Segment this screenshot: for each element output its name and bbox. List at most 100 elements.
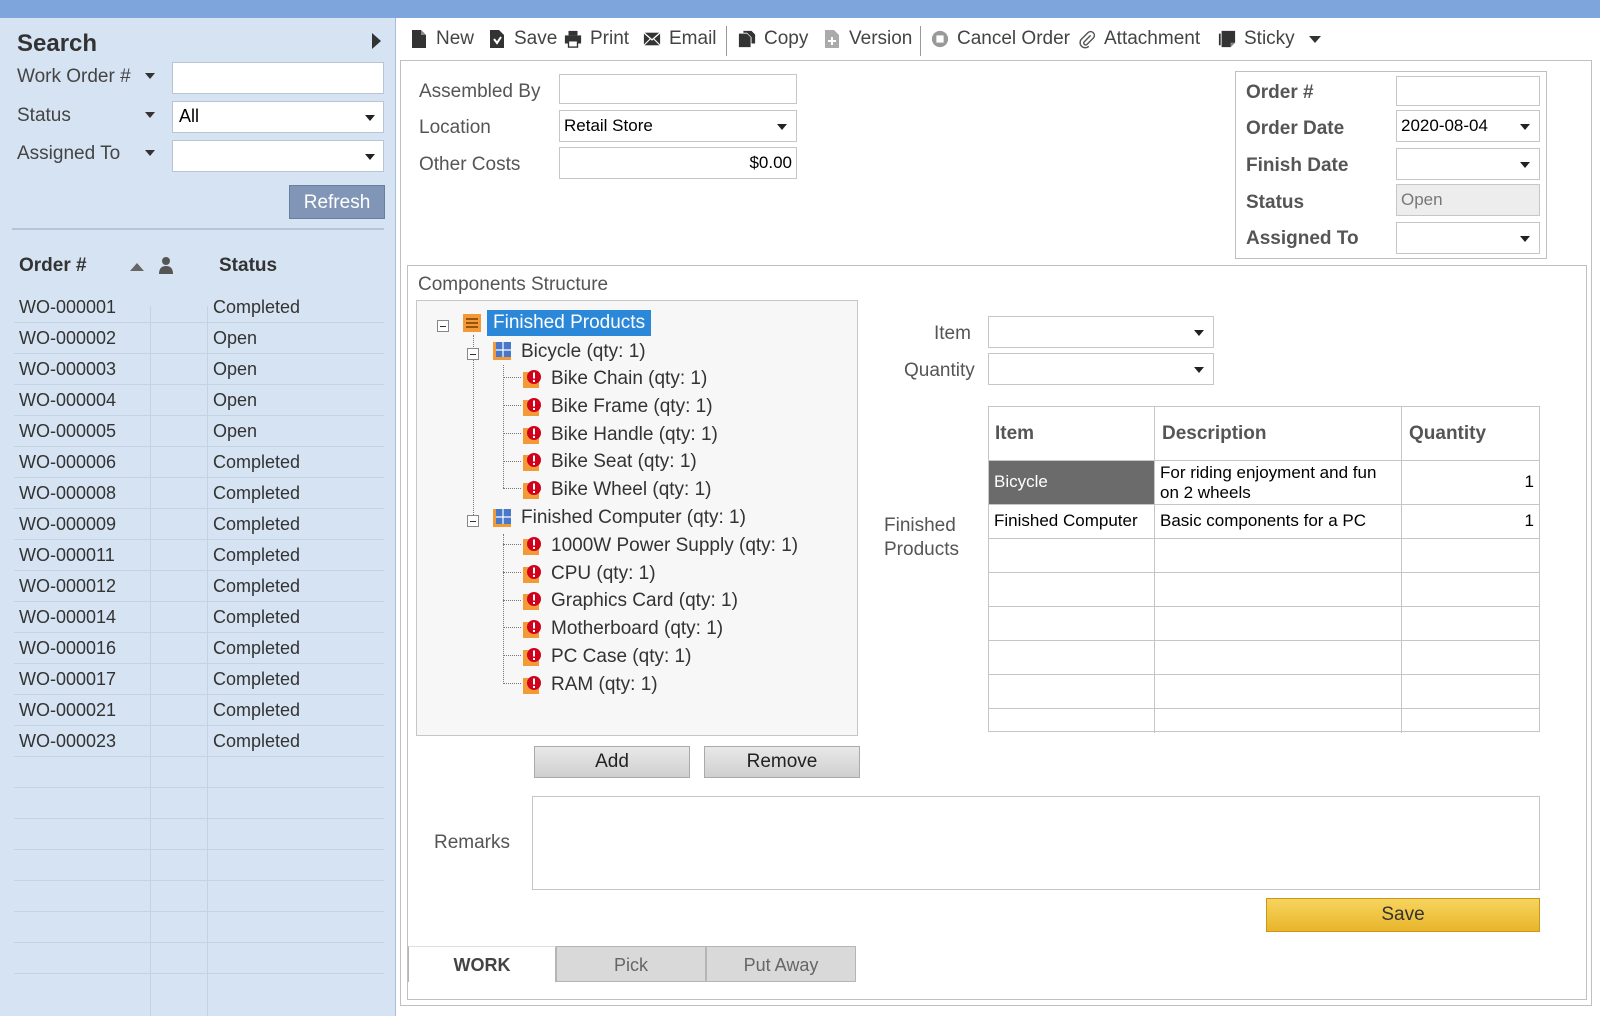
column-divider <box>1154 407 1155 733</box>
location-select[interactable]: Retail Store <box>559 110 797 142</box>
copy-button[interactable]: Copy <box>738 28 808 50</box>
table-row[interactable]: WO-000001 Completed <box>14 292 384 323</box>
table-row[interactable]: WO-000008 Completed <box>14 478 384 509</box>
remarks-textarea[interactable] <box>532 796 1540 890</box>
attachment-button[interactable]: Attachment <box>1078 28 1200 50</box>
column-divider <box>1401 407 1402 733</box>
table-row[interactable]: WO-000009 Completed <box>14 509 384 540</box>
order-number-input[interactable] <box>1396 76 1540 106</box>
tab-work[interactable]: WORK <box>408 946 556 982</box>
table-row[interactable]: Bicycle For riding enjoyment and fun on … <box>989 461 1539 505</box>
quantity-label: Quantity <box>904 360 975 381</box>
table-row[interactable]: WO-000003 Open <box>14 354 384 385</box>
table-row[interactable]: WO-000006 Completed <box>14 447 384 478</box>
table-row[interactable]: WO-000005 Open <box>14 416 384 447</box>
tree-node-bike-seat[interactable]: Bike Seat (qty: 1) <box>551 451 697 473</box>
collapse-arrow-icon[interactable] <box>372 33 381 49</box>
print-button[interactable]: Print <box>564 28 629 50</box>
tree-node-bike-frame[interactable]: Bike Frame (qty: 1) <box>551 396 713 418</box>
quantity-select[interactable] <box>988 353 1214 385</box>
tree-node-bike-wheel[interactable]: Bike Wheel (qty: 1) <box>551 479 712 501</box>
tree-line <box>503 544 521 545</box>
table-row[interactable]: WO-000017 Completed <box>14 664 384 695</box>
tree-node-pc-case[interactable]: PC Case (qty: 1) <box>551 646 691 668</box>
tree-root-finished-products[interactable]: Finished Products <box>487 310 652 336</box>
table-row[interactable]: WO-000002 Open <box>14 323 384 354</box>
location-value: Retail Store <box>564 116 653 135</box>
assembled-by-input[interactable] <box>559 74 797 104</box>
save-form-button[interactable]: Save <box>1266 898 1540 932</box>
col-status-header[interactable]: Status <box>219 255 277 277</box>
status-filter-icon[interactable] <box>145 112 155 118</box>
version-button[interactable]: Version <box>823 28 912 50</box>
chevron-down-icon <box>365 154 375 160</box>
tab-pick[interactable]: Pick <box>556 946 706 982</box>
table-row[interactable]: WO-000016 Completed <box>14 633 384 664</box>
assembled-by-label: Assembled By <box>419 81 541 102</box>
empty-row <box>14 850 384 881</box>
location-label: Location <box>419 117 491 138</box>
collapse-toggle-icon[interactable] <box>437 320 449 332</box>
tree-node-motherboard[interactable]: Motherboard (qty: 1) <box>551 618 723 640</box>
tab-put-away[interactable]: Put Away <box>706 946 856 982</box>
version-icon <box>825 30 839 48</box>
sticky-button[interactable]: Sticky <box>1218 28 1321 50</box>
tree-node-power-supply[interactable]: 1000W Power Supply (qty: 1) <box>551 535 798 557</box>
tree-node-bike-handle[interactable]: Bike Handle (qty: 1) <box>551 424 718 446</box>
tree-node-ram[interactable]: RAM (qty: 1) <box>551 674 658 696</box>
component-tree[interactable]: Finished Products Bicycle (qty: 1) Bike … <box>416 300 858 736</box>
empty-row <box>989 539 1539 573</box>
tree-node-cpu[interactable]: CPU (qty: 1) <box>551 563 656 585</box>
description-cell: Basic components for a PC <box>1160 511 1366 530</box>
cancel-order-button[interactable]: Cancel Order <box>931 28 1070 50</box>
save-button[interactable]: Save <box>488 28 557 50</box>
tree-node-finished-computer[interactable]: Finished Computer (qty: 1) <box>521 507 746 529</box>
finished-products-table: Item Description Quantity Bicycle For ri… <box>988 406 1540 733</box>
finish-date-picker[interactable] <box>1396 148 1540 180</box>
tree-node-bicycle[interactable]: Bicycle (qty: 1) <box>521 341 646 363</box>
table-row[interactable]: WO-000004 Open <box>14 385 384 416</box>
work-order-filter-icon[interactable] <box>145 73 155 79</box>
order-number: WO-000011 <box>19 545 115 565</box>
email-button[interactable]: Email <box>643 28 717 50</box>
collapse-toggle-icon[interactable] <box>467 515 479 527</box>
other-costs-input[interactable]: $0.00 <box>559 147 797 179</box>
order-date-label: Order Date <box>1246 118 1345 139</box>
collapse-toggle-icon[interactable] <box>467 348 479 360</box>
table-row[interactable]: WO-000021 Completed <box>14 695 384 726</box>
table-row[interactable]: WO-000023 Completed <box>14 726 384 757</box>
user-icon[interactable] <box>158 256 174 274</box>
work-order-input[interactable] <box>172 62 384 94</box>
tree-node-graphics-card[interactable]: Graphics Card (qty: 1) <box>551 590 738 612</box>
chevron-down-icon[interactable] <box>1308 35 1321 43</box>
table-row[interactable]: WO-000011 Completed <box>14 540 384 571</box>
sort-ascending-icon[interactable] <box>130 263 144 271</box>
assigned-filter-icon[interactable] <box>145 150 155 156</box>
empty-row <box>14 881 384 912</box>
empty-row <box>14 757 384 788</box>
other-costs-label: Other Costs <box>419 154 521 175</box>
status-select[interactable]: All <box>172 101 384 133</box>
assigned-to-select[interactable] <box>1396 222 1540 254</box>
refresh-button[interactable]: Refresh <box>289 185 385 219</box>
table-row[interactable]: Finished Computer Basic components for a… <box>989 505 1539 539</box>
item-select[interactable] <box>988 316 1214 348</box>
folder-list-icon <box>463 314 481 332</box>
status-select-value: All <box>179 106 200 126</box>
empty-row <box>14 943 384 974</box>
order-number: WO-000003 <box>19 359 117 379</box>
new-button[interactable]: New <box>410 28 474 50</box>
finish-date-label: Finish Date <box>1246 155 1349 176</box>
assigned-to-select[interactable] <box>172 140 384 172</box>
table-row[interactable]: WO-000014 Completed <box>14 602 384 633</box>
tree-node-bike-chain[interactable]: Bike Chain (qty: 1) <box>551 368 707 390</box>
add-button[interactable]: Add <box>534 746 690 778</box>
order-date-picker[interactable]: 2020-08-04 <box>1396 110 1540 142</box>
order-status: Completed <box>213 545 301 565</box>
order-number: WO-000002 <box>19 328 117 348</box>
status-field: Open <box>1396 184 1540 216</box>
table-row[interactable]: WO-000012 Completed <box>14 571 384 602</box>
print-label: Print <box>590 28 630 49</box>
remove-button[interactable]: Remove <box>704 746 860 778</box>
col-order-header[interactable]: Order # <box>19 255 87 277</box>
